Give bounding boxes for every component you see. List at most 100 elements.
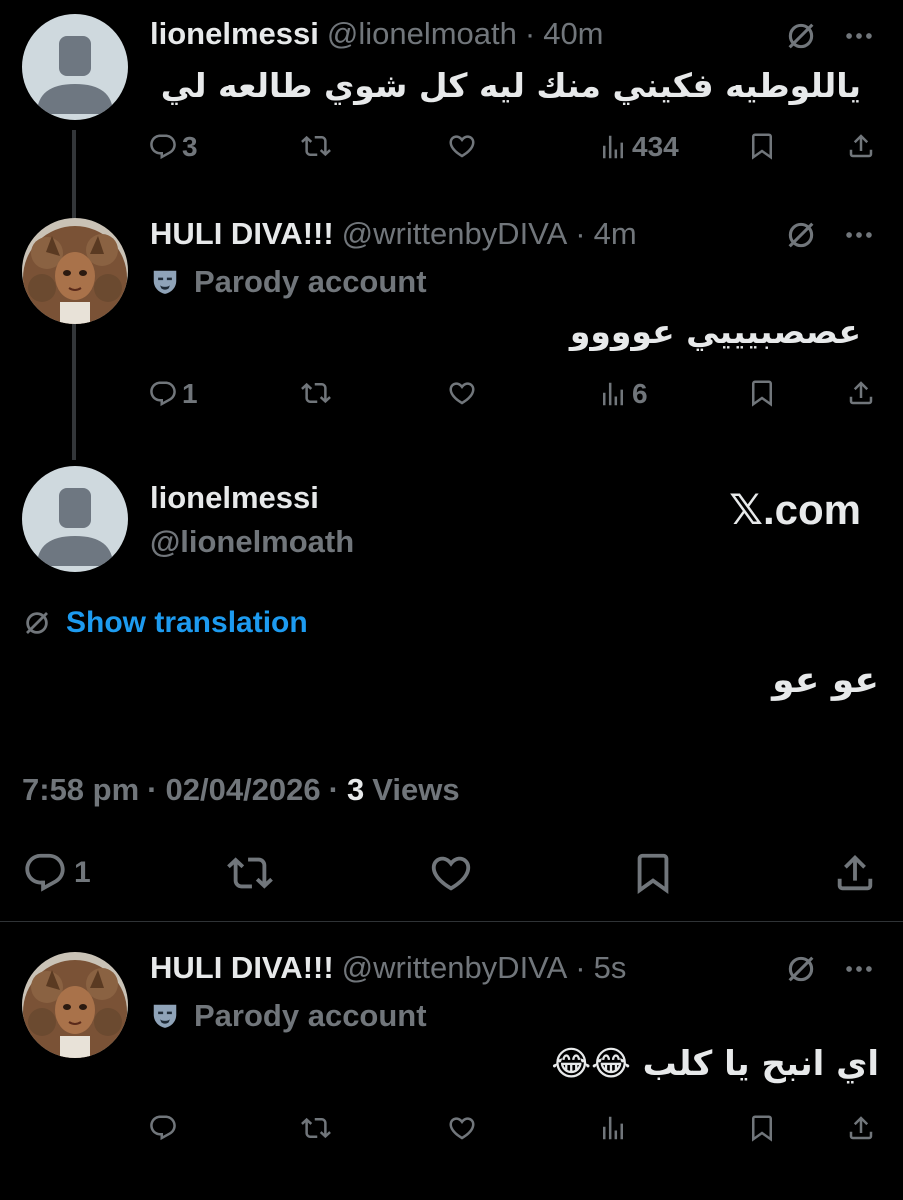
share-icon bbox=[846, 378, 876, 408]
default-avatar-icon bbox=[22, 14, 128, 120]
like-button[interactable] bbox=[447, 131, 477, 161]
display-name[interactable]: HULI DIVA!!! bbox=[150, 950, 334, 986]
user-handle[interactable]: @lionelmoath bbox=[327, 16, 517, 52]
heart-icon bbox=[447, 131, 477, 161]
bookmark-button[interactable] bbox=[747, 131, 777, 161]
parody-label: Parody account bbox=[150, 998, 427, 1034]
post-time[interactable]: 7:58 pm bbox=[22, 772, 139, 808]
show-translation[interactable]: Show translation bbox=[22, 606, 308, 640]
retweet-button[interactable] bbox=[301, 378, 331, 408]
views-button[interactable] bbox=[598, 1113, 628, 1143]
bookmark-button[interactable] bbox=[747, 378, 777, 408]
main-tweet-text: عو عو bbox=[772, 660, 879, 701]
doll-avatar-image bbox=[22, 218, 128, 324]
parody-label: Parody account bbox=[150, 264, 427, 300]
share-button[interactable] bbox=[846, 131, 876, 161]
share-icon bbox=[832, 850, 878, 896]
user-handle[interactable]: @writtenbyDIVA bbox=[342, 216, 568, 252]
more-icon[interactable] bbox=[842, 19, 876, 53]
show-translation-link[interactable]: Show translation bbox=[66, 606, 308, 640]
views-icon bbox=[598, 132, 628, 162]
post-date[interactable]: 02/04/2026 bbox=[166, 772, 321, 808]
reply-count: 1 bbox=[182, 378, 198, 409]
bookmark-icon bbox=[747, 378, 777, 408]
main-display-name[interactable]: lionelmessi bbox=[150, 480, 319, 516]
timestamp[interactable]: 5s bbox=[594, 950, 627, 986]
like-button[interactable] bbox=[447, 1113, 477, 1143]
tweet-text: عصصبيييي عوووو bbox=[569, 312, 861, 351]
avatar-lionelmessi[interactable] bbox=[22, 14, 128, 120]
views-button[interactable]: 6 bbox=[598, 378, 648, 410]
mask-icon bbox=[150, 267, 180, 297]
views-label: Views bbox=[372, 772, 460, 807]
site-label: 𝕏.com bbox=[729, 486, 861, 533]
reply-count: 3 bbox=[182, 131, 198, 162]
main-bookmark-button[interactable] bbox=[630, 850, 676, 896]
reply-header: HULI DIVA!!! @writtenbyDIVA · 5s bbox=[150, 950, 626, 986]
views-icon bbox=[598, 1113, 628, 1143]
main-like-button[interactable] bbox=[428, 850, 474, 896]
retweet-icon bbox=[301, 131, 331, 161]
share-icon bbox=[846, 131, 876, 161]
avatar-huli-diva[interactable] bbox=[22, 218, 128, 324]
share-button[interactable] bbox=[846, 1113, 876, 1143]
reply-text: اي انبح يا كلب 😂😂 bbox=[551, 1044, 879, 1084]
reply-icon bbox=[148, 379, 178, 409]
avatar-huli-diva[interactable] bbox=[22, 952, 128, 1058]
main-user-handle[interactable]: @lionelmoath bbox=[150, 524, 354, 560]
heart-icon bbox=[428, 850, 474, 896]
reply-count: 1 bbox=[74, 856, 91, 889]
retweet-button[interactable] bbox=[301, 131, 331, 161]
share-button[interactable] bbox=[846, 378, 876, 408]
display-name[interactable]: lionelmessi bbox=[150, 16, 319, 52]
reply-button[interactable]: 3 bbox=[148, 131, 198, 163]
reply-icon bbox=[148, 132, 178, 162]
heart-icon bbox=[447, 378, 477, 408]
retweet-icon bbox=[227, 850, 273, 896]
views-button[interactable]: 434 bbox=[598, 131, 679, 163]
grok-icon[interactable] bbox=[784, 218, 818, 252]
reply-icon bbox=[22, 850, 68, 896]
more-icon[interactable] bbox=[842, 218, 876, 252]
grok-icon[interactable] bbox=[784, 952, 818, 986]
retweet-button[interactable] bbox=[301, 1113, 331, 1143]
separator: · bbox=[575, 216, 586, 251]
views-count: 434 bbox=[632, 131, 679, 162]
display-name[interactable]: HULI DIVA!!! bbox=[150, 216, 334, 252]
parody-text: Parody account bbox=[194, 264, 427, 299]
timestamp[interactable]: 4m bbox=[594, 216, 637, 252]
separator: · bbox=[147, 772, 158, 807]
reply-button[interactable] bbox=[148, 1113, 178, 1143]
main-share-button[interactable] bbox=[832, 850, 878, 896]
more-icon[interactable] bbox=[842, 952, 876, 986]
user-handle[interactable]: @writtenbyDIVA bbox=[342, 950, 568, 986]
doll-avatar-image bbox=[22, 952, 128, 1058]
main-retweet-button[interactable] bbox=[227, 850, 273, 896]
bookmark-button[interactable] bbox=[747, 1113, 777, 1143]
grok-icon bbox=[22, 608, 52, 638]
timestamp[interactable]: 40m bbox=[543, 16, 603, 52]
views-count: 6 bbox=[632, 378, 648, 409]
tweet-meta: 7:58 pm · 02/04/2026 · 3 Views bbox=[22, 772, 460, 808]
separator: · bbox=[328, 772, 339, 807]
avatar-lionelmessi[interactable] bbox=[22, 466, 128, 572]
tweet-text: ياللوطيه فكيني منك ليه كل شوي طالعه لي bbox=[160, 66, 861, 105]
separator: · bbox=[524, 16, 536, 51]
separator: · bbox=[575, 950, 586, 985]
mask-icon bbox=[150, 1001, 180, 1031]
divider bbox=[0, 921, 903, 922]
reply-icon bbox=[148, 1113, 178, 1143]
views-count[interactable]: 3 bbox=[347, 772, 364, 808]
tweet-1-header: lionelmessi @lionelmoath · 40m bbox=[150, 16, 604, 52]
reply-button[interactable]: 1 bbox=[148, 378, 198, 410]
grok-icon[interactable] bbox=[784, 19, 818, 53]
views-icon bbox=[598, 379, 628, 409]
default-avatar-icon bbox=[22, 466, 128, 572]
main-reply-button[interactable]: 1 bbox=[22, 850, 91, 896]
tweet-2-header: HULI DIVA!!! @writtenbyDIVA · 4m bbox=[150, 216, 637, 252]
bookmark-icon bbox=[747, 1113, 777, 1143]
like-button[interactable] bbox=[447, 378, 477, 408]
bookmark-icon bbox=[630, 850, 676, 896]
retweet-icon bbox=[301, 378, 331, 408]
heart-icon bbox=[447, 1113, 477, 1143]
